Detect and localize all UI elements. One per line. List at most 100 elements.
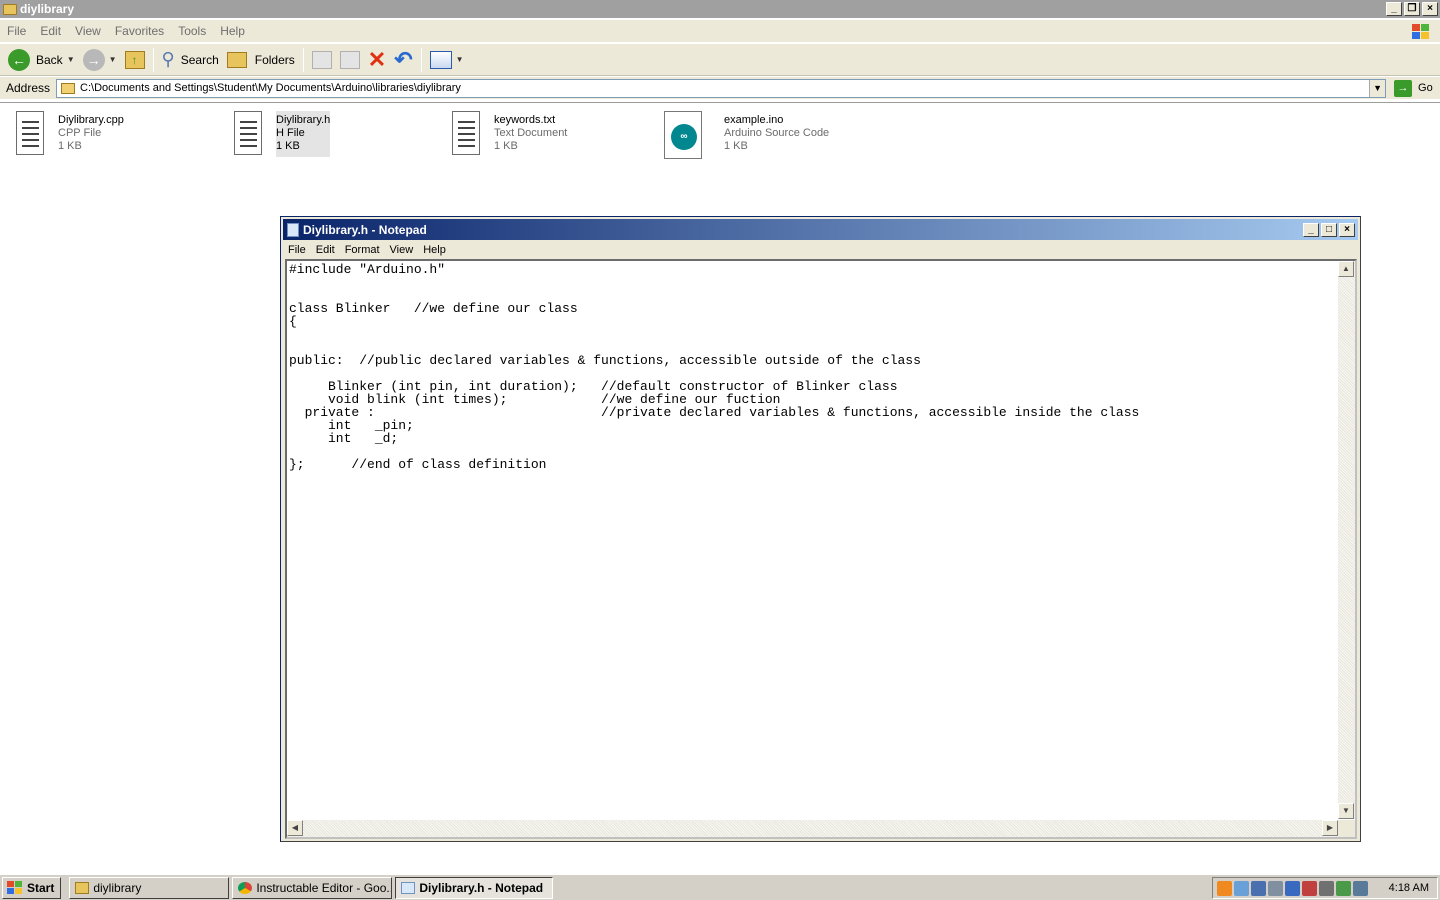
delete-x-icon: ✕ [367,46,387,72]
folders-label: Folders [254,52,295,67]
copy-to-icon [339,50,360,69]
start-label: Start [27,880,55,895]
file-name: Diylibrary.cpp [58,114,124,126]
search-button[interactable]: ⚲ Search [158,46,223,74]
undo-button[interactable]: ↶ [390,46,416,74]
menu-view[interactable]: View [385,244,419,256]
scroll-left-icon[interactable]: ◀ [287,820,303,836]
editor-content[interactable]: #include "Arduino.h" class Blinker //we … [289,263,1339,819]
taskbar-item-notepad[interactable]: Diylibrary.h - Notepad [395,876,554,899]
scroll-right-icon[interactable]: ▶ [1322,820,1338,836]
close-button[interactable]: × [1422,2,1438,16]
start-button[interactable]: Start [2,876,62,899]
notepad-window: Diylibrary.h - Notepad _ □ × File Edit F… [280,216,1361,842]
resize-grip-icon[interactable] [1338,820,1355,837]
menu-tools[interactable]: Tools [171,24,213,38]
chevron-down-icon[interactable]: ▼ [67,55,75,64]
address-value: C:\Documents and Settings\Student\My Doc… [80,82,461,94]
menu-help[interactable]: Help [418,244,451,256]
menu-help[interactable]: Help [213,24,252,38]
address-dropdown-button[interactable]: ▼ [1369,79,1386,97]
h-file-icon [232,111,264,155]
scroll-down-icon[interactable]: ▼ [1338,803,1354,819]
file-item[interactable]: keywords.txt Text Document 1 KB [450,111,567,157]
go-label: Go [1418,82,1433,94]
taskbar-item-chrome[interactable]: Instructable Editor - Goo... [232,876,393,899]
wireless-icon[interactable] [1268,880,1283,896]
file-item[interactable]: ∞ example.ino Arduino Source Code 1 KB [664,111,830,159]
java-icon[interactable] [1217,880,1232,896]
file-type: H File [276,127,305,139]
file-size: 1 KB [58,140,82,152]
updates-icon[interactable] [1336,880,1351,896]
search-icon: ⚲ [161,49,175,69]
file-name: Diylibrary.h [276,114,331,126]
forward-button[interactable]: → ▼ [79,46,121,74]
notepad-title: Diylibrary.h - Notepad [303,222,427,237]
search-label: Search [180,52,219,67]
file-size: 1 KB [724,140,748,152]
notepad-icon [401,881,416,894]
vertical-scrollbar[interactable]: ▲ ▼ [1338,261,1355,819]
delete-button[interactable]: ✕ [364,46,390,74]
undo-icon: ↶ [394,46,413,72]
toolbar-separator [152,47,154,72]
chevron-down-icon[interactable]: ▼ [456,55,464,64]
file-type: Arduino Source Code [724,127,830,139]
file-item[interactable]: Diylibrary.cpp CPP File 1 KB [14,111,124,157]
horizontal-scrollbar[interactable]: ◀ ▶ [287,820,1338,837]
forward-arrow-icon: → [82,48,105,71]
network-disconnected-icon[interactable] [1302,880,1317,896]
notepad-menubar: File Edit Format View Help [283,241,451,259]
file-size: 1 KB [494,140,518,152]
explorer-titlebar[interactable]: diylibrary _ ❐ × [0,0,1440,18]
arduino-file-icon: ∞ [664,111,704,159]
up-folder-button[interactable]: ↑ [121,46,149,74]
system-tray: 4:18 AM [1212,877,1438,899]
back-label: Back [36,52,63,67]
toolbar-separator [302,47,304,72]
volume-icon[interactable] [1319,880,1334,896]
notepad-titlebar[interactable]: Diylibrary.h - Notepad _ □ × [283,219,1358,240]
task-label: Diylibrary.h - Notepad [419,880,544,895]
move-to-button[interactable] [308,46,336,74]
chevron-down-icon[interactable]: ▼ [109,55,117,64]
file-name: example.ino [724,114,784,126]
close-button[interactable]: × [1339,222,1355,237]
address-input[interactable]: C:\Documents and Settings\Student\My Doc… [56,78,1387,98]
device-icon[interactable] [1251,880,1266,896]
menu-file[interactable]: File [283,244,311,256]
folder-icon [61,82,76,94]
minimize-button[interactable]: _ [1386,2,1402,16]
taskbar: Start diylibrary Instructable Editor - G… [0,874,1440,900]
menu-edit[interactable]: Edit [33,24,68,38]
scroll-up-icon[interactable]: ▲ [1338,261,1354,277]
maximize-button[interactable]: □ [1321,222,1337,237]
taskbar-item-explorer[interactable]: diylibrary [69,876,230,899]
menu-file[interactable]: File [0,24,33,38]
explorer-title: diylibrary [20,2,75,16]
windows-flag-icon [7,880,23,895]
task-label: Instructable Editor - Goo... [256,880,393,895]
search-icon[interactable] [1234,880,1249,896]
file-item-selected[interactable]: Diylibrary.h H File 1 KB [232,111,331,157]
menu-view[interactable]: View [68,24,108,38]
folders-button[interactable]: Folders [223,46,299,74]
text-editor[interactable]: #include "Arduino.h" class Blinker //we … [285,259,1357,839]
minimize-button[interactable]: _ [1303,222,1319,237]
go-button[interactable]: → Go [1394,79,1433,97]
menu-favorites[interactable]: Favorites [108,24,171,38]
back-button[interactable]: ← Back ▼ [4,46,79,74]
task-label: diylibrary [93,880,142,895]
folders-icon [226,51,247,68]
restore-button[interactable]: ❐ [1404,2,1420,16]
copy-to-button[interactable] [336,46,364,74]
views-button[interactable]: ▼ [426,46,468,74]
menu-format[interactable]: Format [340,244,385,256]
network-icon[interactable] [1353,880,1368,896]
security-icon[interactable] [1285,880,1300,896]
windows-logo-icon [1404,22,1432,40]
menu-edit[interactable]: Edit [311,244,340,256]
explorer-menubar: File Edit View Favorites Tools Help [0,20,1440,42]
clock[interactable]: 4:18 AM [1389,882,1429,894]
